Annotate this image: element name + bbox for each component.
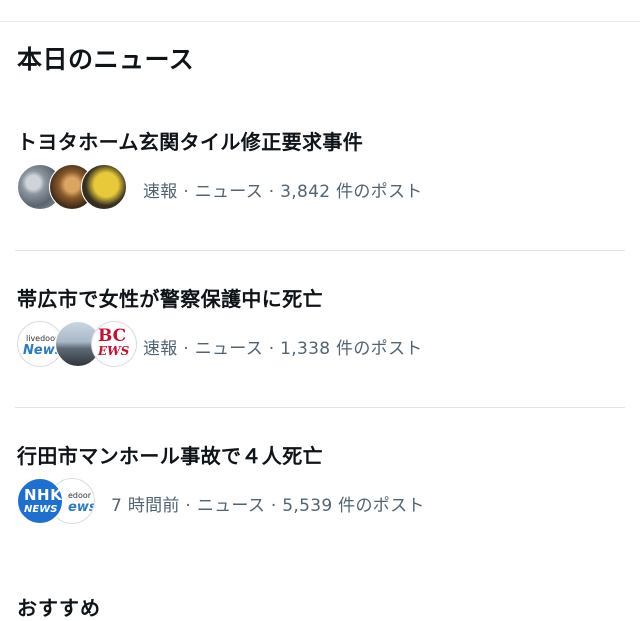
source-avatars: edoor ews NHK NEWS xyxy=(17,478,97,526)
next-section-title-partial: おすすめ xyxy=(17,596,101,620)
section-title: 本日のニュース xyxy=(17,45,195,74)
news-meta-row: edoor ews NHK NEWS 7 時間前 · ニュース · 5,539 … xyxy=(17,478,424,526)
news-headline[interactable]: 帯広市で女性が警察保護中に死亡 xyxy=(17,283,323,312)
livedoor-logo-text: edoor xyxy=(68,491,92,500)
news-meta: 7 時間前 · ニュース · 5,539 件のポスト xyxy=(111,496,425,516)
top-divider xyxy=(0,21,640,22)
photo-avatar xyxy=(81,164,127,210)
nhk-logo-text: NHK xyxy=(24,486,63,504)
news-meta-row: 速報 · ニュース · 3,842 件のポスト xyxy=(17,164,422,212)
news-headline[interactable]: トヨタホーム玄関タイル修正要求事件 xyxy=(17,126,363,155)
bc-news-logo: BC EWS xyxy=(91,321,137,367)
item-divider xyxy=(15,250,625,251)
livedoor-logo-text: livedoor xyxy=(26,334,59,343)
source-avatars xyxy=(17,164,129,212)
bc-logo-text: BC xyxy=(98,326,127,346)
news-meta: 速報 · ニュース · 1,338 件のポスト xyxy=(143,339,423,359)
news-meta-row: livedoor News BC EWS 速報 · ニュース · 1,338 件… xyxy=(17,321,422,369)
news-logo-text: ews xyxy=(68,500,95,515)
nhk-news-logo-text: NEWS xyxy=(24,504,58,515)
item-divider xyxy=(15,407,625,408)
ews-logo-text: EWS xyxy=(98,344,130,358)
news-item-2[interactable]: 帯広市で女性が警察保護中に死亡 livedoor News BC EWS 速報 … xyxy=(0,283,640,383)
source-avatars: livedoor News BC EWS xyxy=(17,321,137,369)
nhk-news-logo: NHK NEWS xyxy=(17,478,63,524)
news-meta: 速報 · ニュース · 3,842 件のポスト xyxy=(143,182,423,202)
news-item-1[interactable]: トヨタホーム玄関タイル修正要求事件 速報 · ニュース · 3,842 件のポス… xyxy=(0,126,640,226)
news-item-3[interactable]: 行田市マンホール事故で４人死亡 edoor ews NHK NEWS 7 時間前… xyxy=(0,440,640,540)
news-headline[interactable]: 行田市マンホール事故で４人死亡 xyxy=(17,440,323,469)
